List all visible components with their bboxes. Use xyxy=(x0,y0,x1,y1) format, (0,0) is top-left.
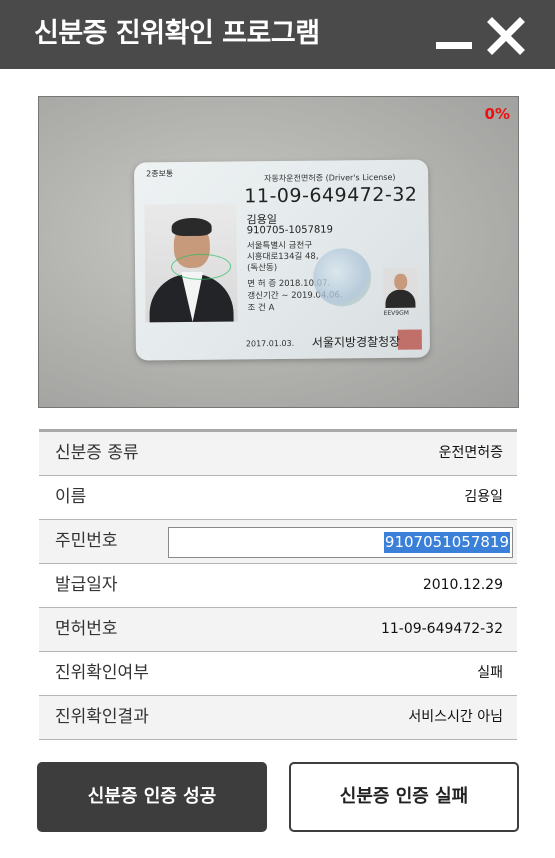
label-verify-result: 진위확인결과 xyxy=(55,707,149,727)
window-title: 신분증 진위확인 프로그램 xyxy=(34,18,320,49)
title-bar: 신분증 진위확인 프로그램 xyxy=(0,0,555,69)
emblem-hologram xyxy=(312,248,372,307)
auth-success-button[interactable]: 신분증 인증 성공 xyxy=(37,762,267,832)
id-card-image: 2종보통 자동차운전면허증 (Driver's License) 11-09-6… xyxy=(133,159,431,361)
minimize-button[interactable] xyxy=(434,16,474,56)
value-verify-status: 실패 xyxy=(477,665,503,681)
label-license-number: 면허번호 xyxy=(55,619,118,639)
label-verify-status: 진위확인여부 xyxy=(55,663,149,683)
auth-fail-button[interactable]: 신분증 인증 실패 xyxy=(289,762,519,832)
label-name: 이름 xyxy=(55,487,87,507)
card-title: 자동차운전면허증 (Driver's License) xyxy=(264,172,396,184)
value-name: 김용일 xyxy=(464,489,503,505)
seal-stamp xyxy=(397,329,422,350)
minimize-icon xyxy=(436,42,472,49)
progress-percent: 0% xyxy=(484,105,510,123)
card-license-number: 11-09-649472-32 xyxy=(244,183,418,208)
row-verify-status: 진위확인여부 실패 xyxy=(39,652,517,696)
rrn-selected-text: 9107051057819 xyxy=(383,532,510,553)
row-rrn: 주민번호 9107051057819 xyxy=(39,520,517,564)
label-rrn: 주민번호 xyxy=(55,531,118,551)
value-verify-result: 서비스시간 아님 xyxy=(408,709,503,725)
label-id-type: 신분증 종류 xyxy=(55,443,139,463)
value-issue-date: 2010.12.29 xyxy=(422,577,503,593)
info-table: 신분증 종류 운전면허증 이름 김용일 주민번호 9107051057819 발… xyxy=(39,429,517,740)
row-verify-result: 진위확인결과 서비스시간 아님 xyxy=(39,696,517,740)
row-id-type: 신분증 종류 운전면허증 xyxy=(39,432,517,476)
close-button[interactable] xyxy=(486,16,526,56)
license-class: 2종보통 xyxy=(146,169,174,179)
card-rrn: 910705-1057819 xyxy=(246,224,334,237)
rrn-input[interactable]: 9107051057819 xyxy=(168,527,513,558)
row-name: 이름 김용일 xyxy=(39,476,517,520)
row-license-number: 면허번호 11-09-649472-32 xyxy=(39,608,517,652)
value-id-type: 운전면허증 xyxy=(438,445,503,461)
id-photo xyxy=(144,203,238,323)
card-code: EEV9GM xyxy=(383,309,409,317)
card-conditions: 조 건 A xyxy=(247,303,275,314)
face-detect-overlay xyxy=(170,253,232,281)
card-issuer: 서울지방경찰청장 xyxy=(311,334,401,350)
close-icon xyxy=(487,17,525,55)
label-issue-date: 발급일자 xyxy=(55,575,118,595)
value-license-number: 11-09-649472-32 xyxy=(380,621,503,637)
row-issue-date: 발급일자 2010.12.29 xyxy=(39,564,517,608)
card-address-3: (독산동) xyxy=(247,263,278,274)
camera-preview: 0% 2종보통 자동차운전면허증 (Driver's License) 11-0… xyxy=(38,96,519,408)
mini-photo xyxy=(383,267,418,308)
card-issue-date: 2017.01.03. xyxy=(245,338,295,349)
